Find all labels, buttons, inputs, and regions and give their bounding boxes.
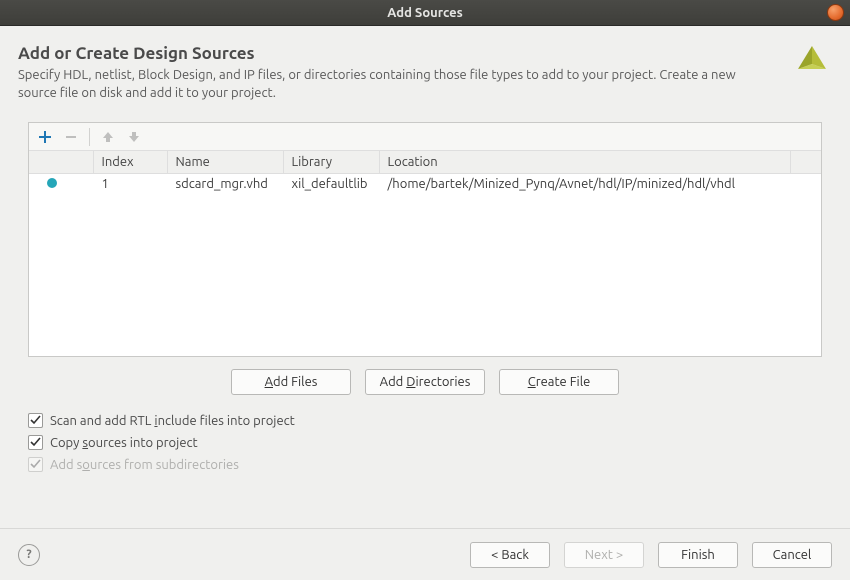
nav-buttons: < Back Next > Finish Cancel bbox=[470, 542, 832, 568]
page-title: Add or Create Design Sources bbox=[18, 44, 758, 63]
help-icon[interactable]: ? bbox=[18, 544, 40, 566]
window-title: Add Sources bbox=[387, 6, 463, 20]
status-dot-icon bbox=[47, 178, 57, 188]
add-directories-button[interactable]: Add Directories bbox=[365, 369, 485, 395]
vivado-logo-icon bbox=[792, 42, 832, 85]
cancel-button[interactable]: Cancel bbox=[752, 542, 832, 568]
checkbox-icon[interactable] bbox=[28, 413, 43, 428]
col-spacer bbox=[791, 151, 821, 173]
page-description: Specify HDL, netlist, Block Design, and … bbox=[18, 67, 758, 102]
close-icon[interactable] bbox=[827, 4, 844, 21]
sources-table-wrapper[interactable]: Index Name Library Location 1 sdcard_mgr… bbox=[29, 151, 821, 356]
cell-name: sdcard_mgr.vhd bbox=[167, 173, 283, 195]
table-toolbar bbox=[29, 123, 821, 151]
checkbox-icon[interactable] bbox=[28, 435, 43, 450]
options-checkboxes: Scan and add RTL include files into proj… bbox=[28, 413, 832, 472]
cell-library: xil_defaultlib bbox=[283, 173, 379, 195]
sources-table: Index Name Library Location 1 sdcard_mgr… bbox=[29, 151, 821, 195]
dialog-body: Add or Create Design Sources Specify HDL… bbox=[0, 26, 850, 472]
back-button[interactable]: < Back bbox=[470, 542, 550, 568]
cell-status bbox=[29, 173, 93, 195]
next-button: Next > bbox=[564, 542, 644, 568]
titlebar: Add Sources bbox=[0, 0, 850, 26]
add-icon[interactable] bbox=[33, 126, 57, 148]
dialog-button-bar: ? < Back Next > Finish Cancel bbox=[0, 528, 850, 580]
col-library[interactable]: Library bbox=[283, 151, 379, 173]
table-row[interactable]: 1 sdcard_mgr.vhd xil_defaultlib /home/ba… bbox=[29, 173, 821, 195]
checkbox-label: Add sources from subdirectories bbox=[50, 458, 239, 472]
checkbox-icon bbox=[28, 457, 43, 472]
header-text: Add or Create Design Sources Specify HDL… bbox=[18, 44, 758, 102]
sources-panel: Index Name Library Location 1 sdcard_mgr… bbox=[28, 122, 822, 357]
remove-icon bbox=[59, 126, 83, 148]
finish-button[interactable]: Finish bbox=[658, 542, 738, 568]
move-down-icon bbox=[122, 126, 146, 148]
page-header: Add or Create Design Sources Specify HDL… bbox=[18, 44, 832, 102]
add-files-button[interactable]: Add Files bbox=[231, 369, 351, 395]
col-location[interactable]: Location bbox=[379, 151, 791, 173]
cell-location: /home/bartek/Minized_Pynq/Avnet/hdl/IP/m… bbox=[379, 173, 791, 195]
option-copy-sources[interactable]: Copy sources into project bbox=[28, 435, 832, 450]
table-header-row: Index Name Library Location bbox=[29, 151, 821, 173]
toolbar-separator bbox=[89, 128, 90, 146]
col-name[interactable]: Name bbox=[167, 151, 283, 173]
checkbox-label: Copy sources into project bbox=[50, 436, 198, 450]
cell-index: 1 bbox=[93, 173, 167, 195]
col-status[interactable] bbox=[29, 151, 93, 173]
checkbox-label: Scan and add RTL include files into proj… bbox=[50, 414, 295, 428]
col-index[interactable]: Index bbox=[93, 151, 167, 173]
mid-action-row: Add Files Add Directories Create File bbox=[18, 357, 832, 409]
option-scan-includes[interactable]: Scan and add RTL include files into proj… bbox=[28, 413, 832, 428]
create-file-button[interactable]: Create File bbox=[499, 369, 619, 395]
move-up-icon bbox=[96, 126, 120, 148]
option-subdirectories: Add sources from subdirectories bbox=[28, 457, 832, 472]
